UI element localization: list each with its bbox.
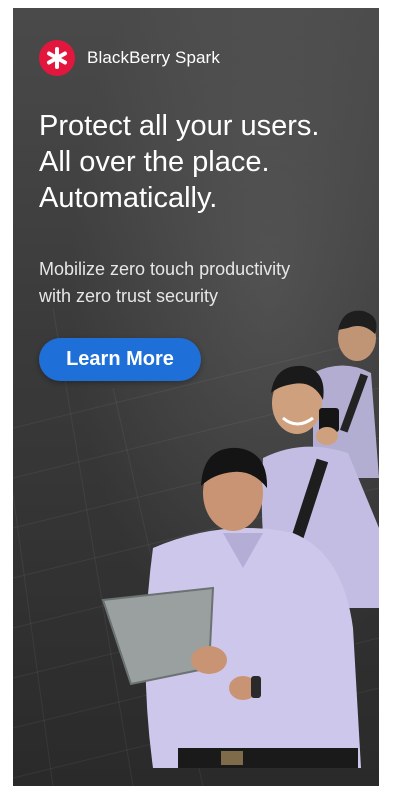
subheadline-line-2: with zero trust security [39, 286, 219, 306]
headline-line-3: Automatically. [39, 182, 218, 214]
brand-lockup: BlackBerry Spark [39, 40, 220, 76]
ad-banner[interactable]: BlackBerry Spark Protect all your users.… [13, 8, 379, 786]
headline-line-1: Protect all your users. [39, 110, 320, 142]
subheadline-line-1: Mobilize zero touch productivity [39, 259, 291, 279]
learn-more-button[interactable]: Learn More [39, 338, 201, 381]
headline: Protect all your users. All over the pla… [39, 108, 369, 216]
brand-name: BlackBerry Spark [87, 48, 220, 67]
blackberry-asterisk-icon [39, 40, 75, 76]
headline-line-2: All over the place. [39, 146, 270, 178]
subheadline: Mobilize zero touch productivity with ze… [39, 256, 369, 310]
